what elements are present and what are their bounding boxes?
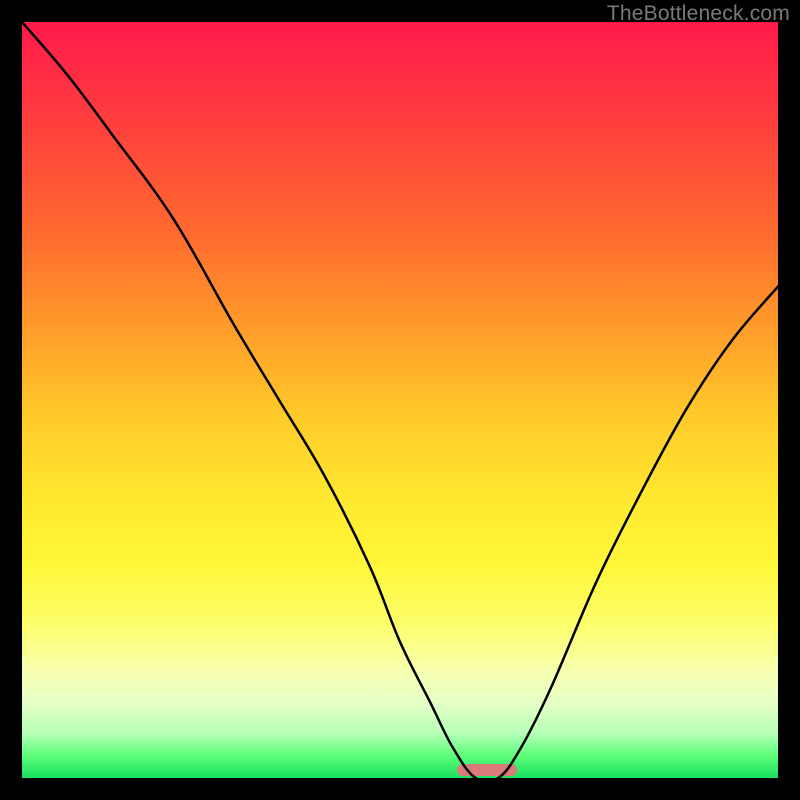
chart-frame: TheBottleneck.com (0, 0, 800, 800)
plot-area (22, 22, 778, 778)
curve-path (22, 22, 778, 778)
bottleneck-curve (22, 22, 778, 778)
